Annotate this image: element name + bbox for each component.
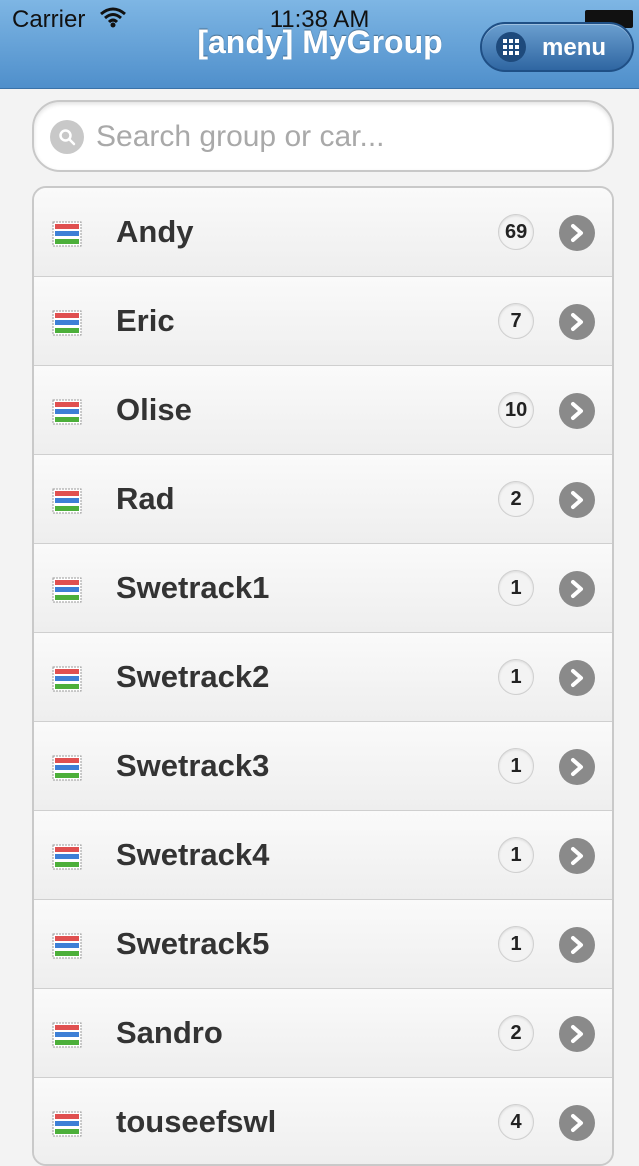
list-item-label: Swetrack5: [116, 926, 270, 961]
group-list-icon: [52, 1111, 82, 1137]
list-item-label: Sandro: [116, 1015, 223, 1050]
group-list-icon: [52, 666, 82, 692]
chevron-right-icon[interactable]: [559, 927, 595, 963]
group-list: Andy 69 Eric 7 Olise 10 Rad 2 Swetrack1 1 Swetrack…: [32, 186, 614, 1166]
list-item[interactable]: Swetrack2 1: [34, 633, 612, 722]
group-list-icon: [52, 755, 82, 781]
group-list-icon: [52, 577, 82, 603]
group-list-icon: [52, 933, 82, 959]
chevron-right-icon[interactable]: [559, 749, 595, 785]
group-list-icon: [52, 399, 82, 425]
list-item[interactable]: Swetrack1 1: [34, 544, 612, 633]
list-item[interactable]: Olise 10: [34, 366, 612, 455]
menu-button[interactable]: menu: [480, 22, 634, 72]
search-input[interactable]: [94, 116, 598, 158]
count-badge: 1: [498, 837, 534, 873]
list-item[interactable]: Swetrack3 1: [34, 722, 612, 811]
list-item[interactable]: Sandro 2: [34, 989, 612, 1078]
list-item[interactable]: Eric 7: [34, 277, 612, 366]
count-badge: 2: [498, 1015, 534, 1051]
group-list-icon: [52, 844, 82, 870]
count-badge: 1: [498, 748, 534, 784]
count-badge: 69: [498, 214, 535, 250]
count-badge: 2: [498, 481, 534, 517]
list-item-label: Olise: [116, 392, 192, 427]
group-list-icon: [52, 1022, 82, 1048]
chevron-right-icon[interactable]: [559, 660, 595, 696]
chevron-right-icon[interactable]: [559, 1016, 595, 1052]
group-list-icon: [52, 488, 82, 514]
count-badge: 7: [498, 303, 534, 339]
count-badge: 1: [498, 570, 534, 606]
search-icon: [50, 120, 84, 154]
list-item-label: Eric: [116, 303, 175, 338]
count-badge: 4: [498, 1104, 534, 1140]
list-item-label: Rad: [116, 481, 175, 516]
search-bar: [32, 100, 614, 172]
count-badge: 1: [498, 659, 534, 695]
chevron-right-icon[interactable]: [559, 571, 595, 607]
page-title: [andy] MyGroup: [197, 24, 443, 60]
count-badge: 10: [498, 392, 535, 428]
list-item-label: Swetrack3: [116, 748, 270, 783]
chevron-right-icon[interactable]: [559, 482, 595, 518]
list-item-label: Swetrack1: [116, 570, 270, 605]
grid-icon: [496, 32, 526, 62]
chevron-right-icon[interactable]: [559, 838, 595, 874]
list-item[interactable]: Swetrack5 1: [34, 900, 612, 989]
list-item[interactable]: Swetrack4 1: [34, 811, 612, 900]
list-item-label: touseefswl: [116, 1104, 277, 1139]
list-item-label: Andy: [116, 214, 194, 249]
list-item-label: Swetrack2: [116, 659, 270, 694]
list-item[interactable]: Andy 69: [34, 188, 612, 277]
list-item[interactable]: touseefswl 4: [34, 1078, 612, 1164]
group-list-icon: [52, 221, 82, 247]
chevron-right-icon[interactable]: [559, 215, 595, 251]
count-badge: 1: [498, 926, 534, 962]
chevron-right-icon[interactable]: [559, 393, 595, 429]
menu-label: menu: [542, 34, 607, 61]
chevron-right-icon[interactable]: [559, 304, 595, 340]
group-list-icon: [52, 310, 82, 336]
list-item[interactable]: Rad 2: [34, 455, 612, 544]
list-item-label: Swetrack4: [116, 837, 270, 872]
header-bar: Carrier 11:38 AM [andy] MyGroup menu: [0, 0, 639, 89]
